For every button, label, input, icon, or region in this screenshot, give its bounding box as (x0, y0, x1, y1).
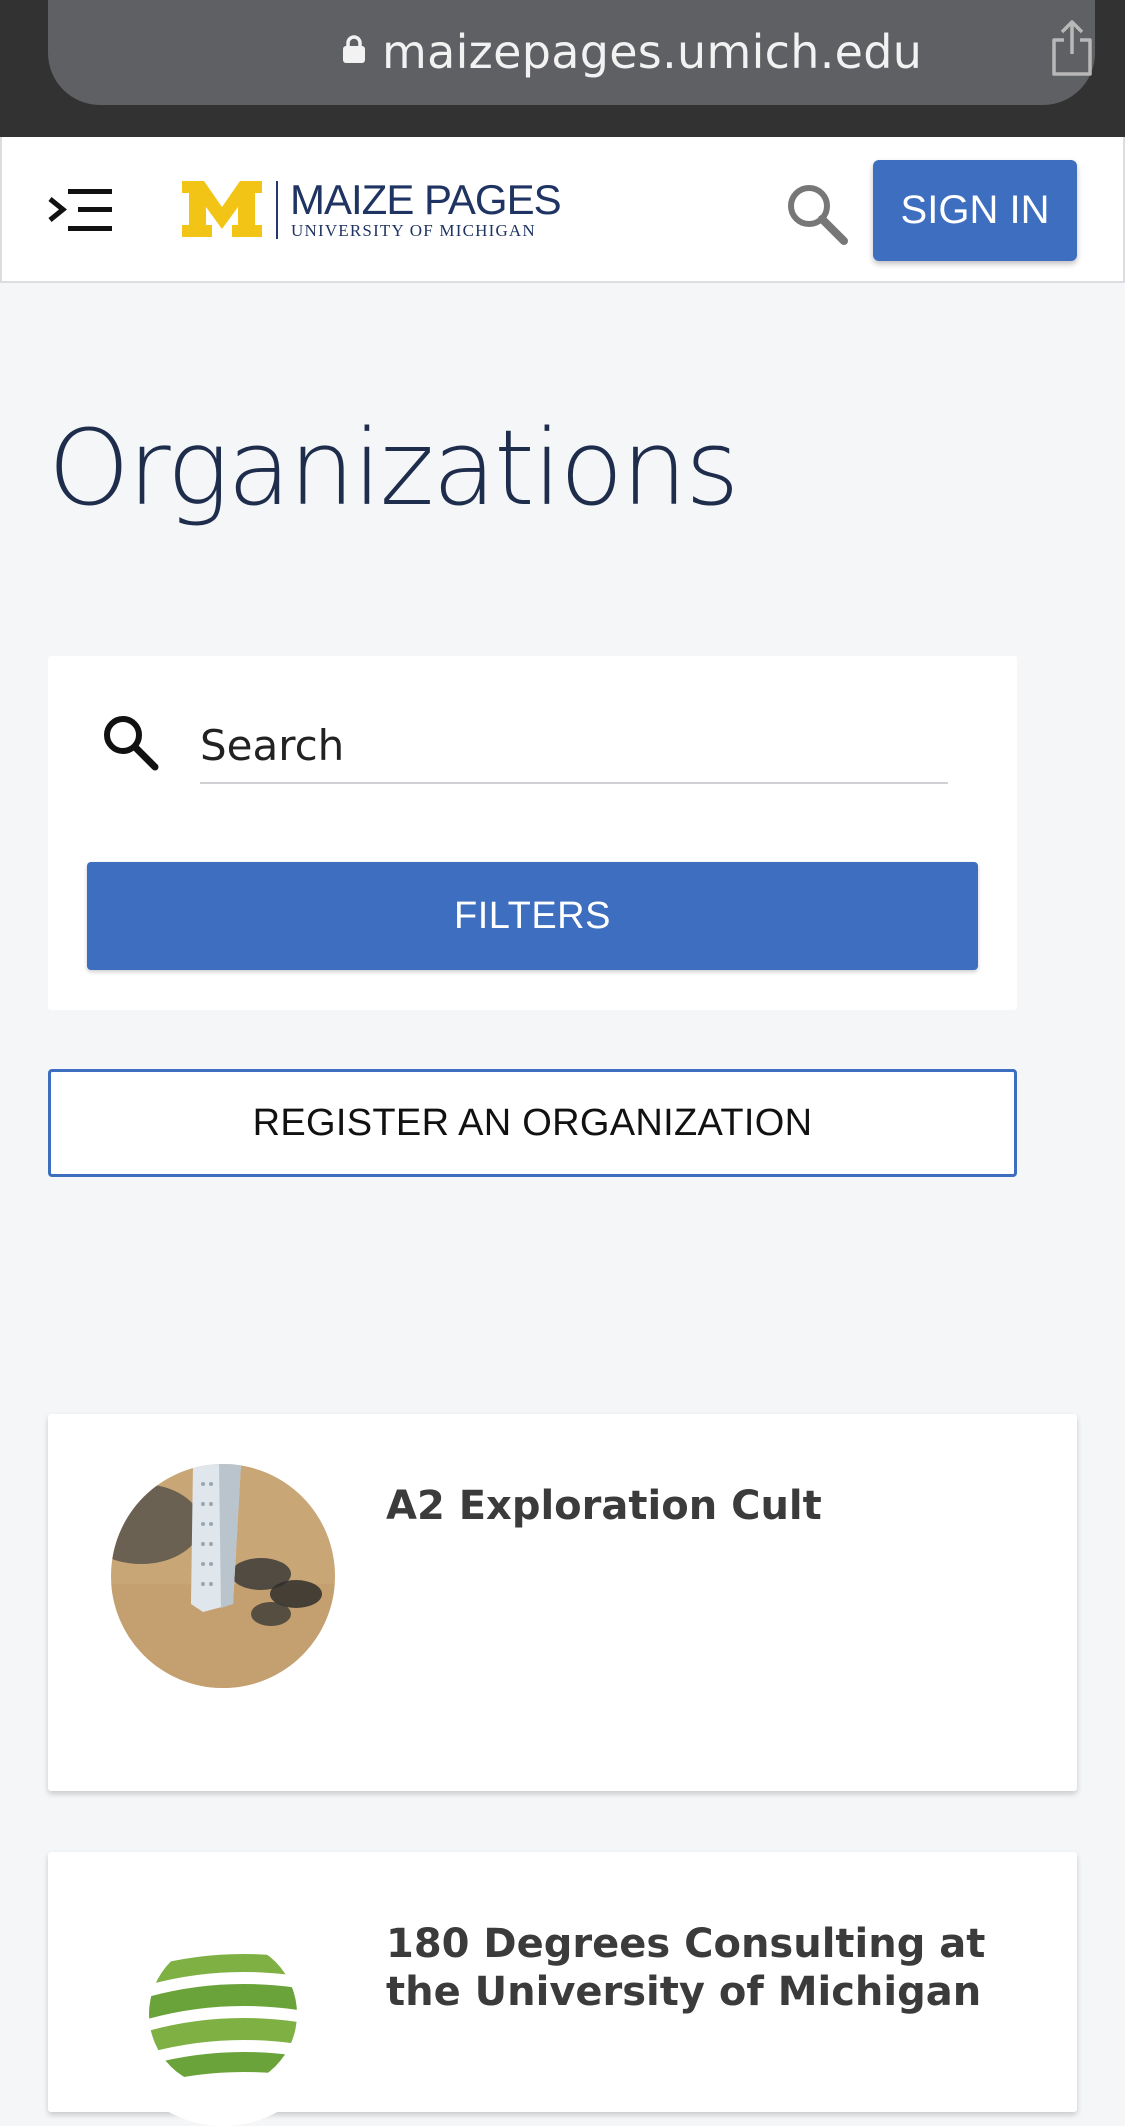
url-text: maizepages.umich.edu (382, 25, 923, 79)
maize-pages-logo[interactable]: MAIZE PAGES UNIVERSITY OF MICHIGAN (182, 177, 562, 247)
block-m-logo-icon (182, 181, 262, 237)
register-organization-button[interactable]: REGISTER AN ORGANIZATION (48, 1069, 1017, 1177)
logo-subtitle: UNIVERSITY OF MICHIGAN (291, 221, 536, 240)
organization-name[interactable]: 180 Degrees Consulting at the University… (386, 1920, 1026, 2016)
search-filter-card: FILTERS (48, 656, 1017, 1010)
organization-card[interactable]: A2 Exploration Cult (48, 1414, 1077, 1791)
logo-title: MAIZE PAGES (290, 176, 562, 223)
page-title: Organizations (48, 407, 739, 529)
address-bar[interactable]: maizepages.umich.edu (48, 0, 1095, 105)
globe-logo-icon (111, 1902, 335, 2126)
logo-divider (276, 181, 278, 239)
organization-name[interactable]: A2 Exploration Cult (386, 1482, 1026, 1530)
search-input[interactable] (200, 708, 948, 784)
filters-button[interactable]: FILTERS (87, 862, 978, 970)
organization-logo-image (111, 1464, 335, 1688)
share-icon[interactable] (1048, 18, 1096, 78)
organization-avatar (111, 1464, 335, 1688)
sign-in-button[interactable]: SIGN IN (873, 160, 1077, 261)
browser-toolbar: maizepages.umich.edu (0, 0, 1125, 137)
organization-avatar (111, 1902, 335, 2126)
search-icon (104, 716, 159, 771)
lock-icon (343, 35, 365, 63)
organization-card[interactable]: 180 Degrees Consulting at the University… (48, 1852, 1077, 2126)
site-header: MAIZE PAGES UNIVERSITY OF MICHIGAN SIGN … (0, 137, 1125, 283)
search-icon[interactable] (784, 181, 850, 247)
menu-icon[interactable] (48, 187, 114, 233)
